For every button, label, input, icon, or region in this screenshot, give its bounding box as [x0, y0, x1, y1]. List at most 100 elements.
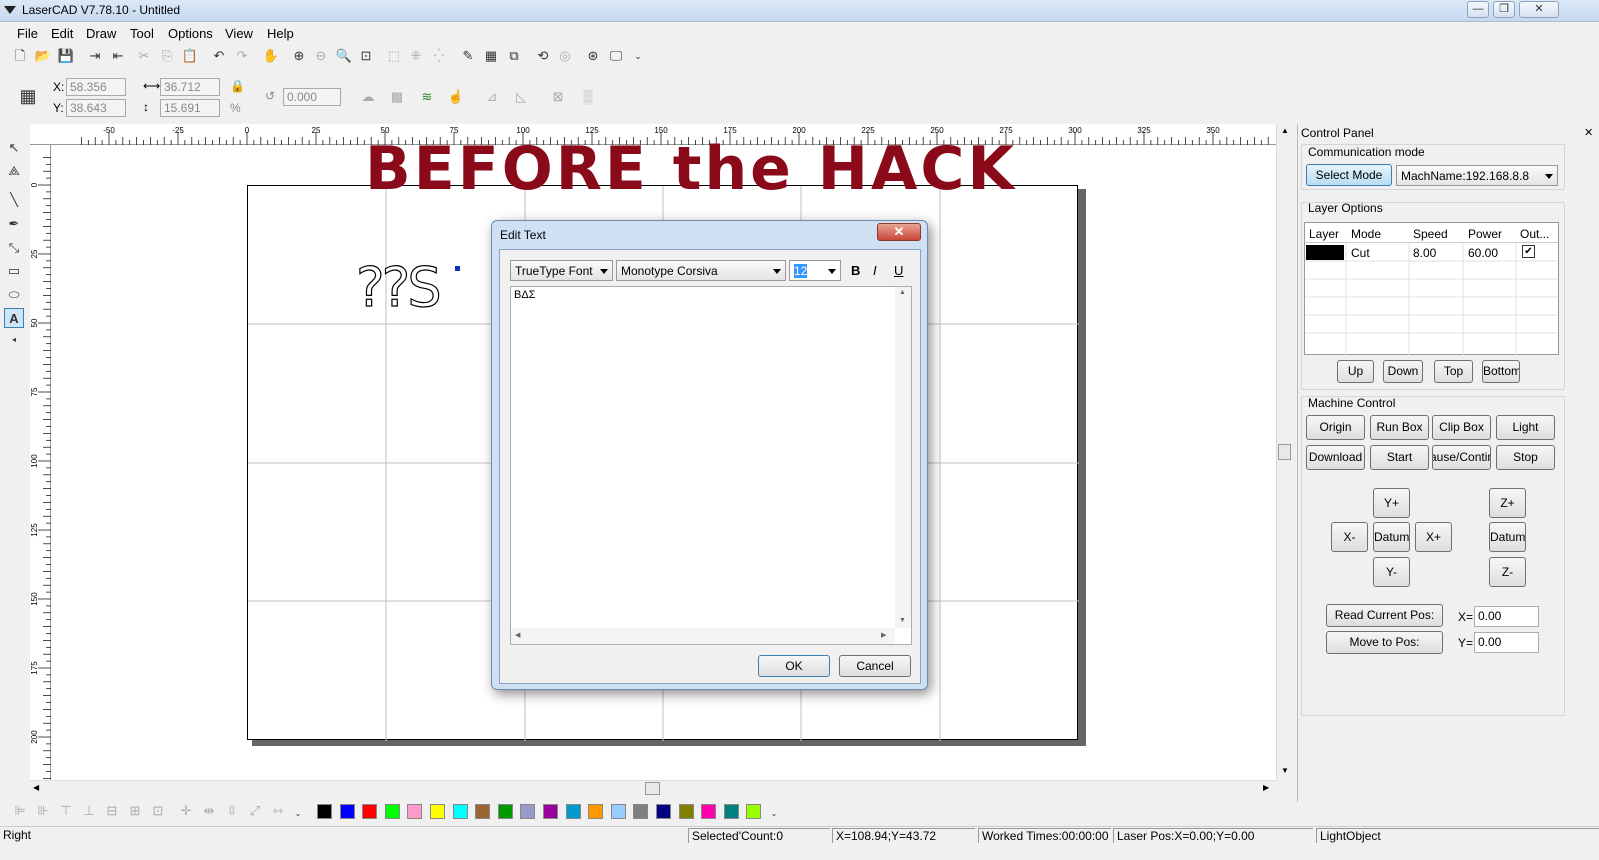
node-tool-icon[interactable]: ⟁: [4, 161, 24, 181]
node-edit-icon[interactable]: ✎: [458, 46, 478, 66]
same-height-icon[interactable]: ⇳: [222, 801, 242, 821]
scroll-down-icon[interactable]: ▼: [1281, 766, 1289, 775]
zoom-window-icon[interactable]: 🔍: [334, 46, 354, 66]
palette-swatch[interactable]: [317, 804, 332, 819]
export-icon[interactable]: ⇤: [108, 46, 128, 66]
bold-button[interactable]: B: [851, 263, 860, 278]
cancel-button[interactable]: Cancel: [839, 655, 911, 677]
col-mode[interactable]: Mode: [1351, 227, 1381, 241]
height-field[interactable]: 15.691: [160, 99, 220, 117]
palette-swatch[interactable]: [339, 804, 355, 819]
pattern-icon[interactable]: ▒: [578, 87, 598, 107]
maximize-button[interactable]: ❐: [1493, 1, 1515, 18]
underline-button[interactable]: U: [894, 263, 903, 278]
menu-draw[interactable]: Draw: [86, 26, 116, 41]
mirror-h-icon[interactable]: ⊿: [482, 87, 502, 107]
align-vcenter-icon[interactable]: ⊞: [125, 801, 145, 821]
grid-array-icon[interactable]: ▩: [387, 87, 407, 107]
preview-icon[interactable]: 🖵: [606, 46, 626, 66]
text-content-area[interactable]: BΔΣ ▲ ▼ ◀ ▶: [510, 286, 912, 645]
zoom-fit-icon[interactable]: ⊡: [356, 46, 376, 66]
italic-button[interactable]: I: [873, 263, 877, 278]
font-name-select[interactable]: Monotype Corsiva: [616, 260, 786, 281]
z-plus-button[interactable]: Z+: [1489, 488, 1526, 518]
palette-swatch[interactable]: [475, 804, 491, 819]
palette-swatch[interactable]: [362, 804, 378, 819]
palette-swatch[interactable]: [384, 804, 400, 819]
align-hcenter-icon[interactable]: ⊟: [102, 801, 122, 821]
zoom-out-icon[interactable]: ⊖: [311, 46, 331, 66]
undo-icon[interactable]: ↶: [209, 46, 229, 66]
align-more-icon[interactable]: ⌄: [288, 804, 308, 824]
save-icon[interactable]: 💾: [56, 46, 76, 66]
hand-icon[interactable]: ☝: [446, 87, 466, 107]
menu-edit[interactable]: Edit: [51, 26, 73, 41]
origin-button[interactable]: Origin: [1306, 415, 1365, 440]
text-scroll-right-icon[interactable]: ▶: [881, 631, 886, 639]
palette-swatch[interactable]: [746, 804, 762, 819]
align-icon[interactable]: ⧉: [504, 46, 524, 66]
menu-view[interactable]: View: [225, 26, 253, 41]
clip-box-button[interactable]: Clip Box: [1432, 415, 1491, 440]
line-tool-icon[interactable]: ╲: [4, 190, 24, 210]
palette-swatch[interactable]: [678, 804, 694, 819]
scroll-left-icon[interactable]: ◀: [33, 783, 39, 792]
light-button[interactable]: Light: [1496, 415, 1555, 440]
z-datum-button[interactable]: Datum: [1489, 522, 1526, 552]
align-left-icon[interactable]: ⊫: [10, 801, 30, 821]
rectangle-tool-icon[interactable]: ▭: [4, 261, 24, 281]
start-button[interactable]: Start: [1370, 445, 1429, 470]
distribute-icon[interactable]: ✛: [176, 801, 196, 821]
y-position-field[interactable]: 38.643: [66, 99, 126, 117]
layer-power[interactable]: 60.00: [1468, 246, 1498, 260]
col-power[interactable]: Power: [1468, 227, 1502, 241]
ok-button[interactable]: OK: [758, 655, 830, 677]
xy-datum-button[interactable]: Datum: [1373, 522, 1410, 552]
select-mode-button[interactable]: Select Mode: [1306, 164, 1392, 186]
palette-swatch[interactable]: [520, 804, 536, 819]
x-pos-input[interactable]: 0.00: [1474, 606, 1539, 627]
weld-icon[interactable]: ☁: [358, 87, 378, 107]
palette-more-icon[interactable]: ⌄: [764, 804, 784, 824]
align-center-icon[interactable]: ⊡: [148, 801, 168, 821]
menu-tool[interactable]: Tool: [130, 26, 154, 41]
layer-speed[interactable]: 8.00: [1413, 246, 1436, 260]
import-icon[interactable]: ⇥: [85, 46, 105, 66]
simulate-icon[interactable]: ◎: [555, 46, 575, 66]
spacing-icon[interactable]: ⇿: [268, 801, 288, 821]
layer-down-button[interactable]: Down: [1383, 360, 1423, 383]
width-field[interactable]: 36.712: [160, 78, 220, 96]
reference-point-icon[interactable]: ▦: [18, 86, 38, 106]
stop-button[interactable]: Stop: [1496, 445, 1555, 470]
layer-mode[interactable]: Cut: [1351, 246, 1370, 260]
layer-table[interactable]: Layer Mode Speed Power Out... Cut 8.00 6…: [1304, 222, 1559, 355]
palette-swatch[interactable]: [407, 804, 423, 819]
palette-swatch[interactable]: [656, 804, 671, 819]
y-plus-button[interactable]: Y+: [1373, 488, 1410, 518]
scroll-up-icon[interactable]: ▲: [1281, 126, 1289, 135]
align-top-icon[interactable]: ⊤: [56, 801, 76, 821]
palette-swatch[interactable]: [701, 804, 717, 819]
palette-swatch[interactable]: [565, 804, 581, 819]
x-position-field[interactable]: 58.356: [66, 78, 126, 96]
rotate-field[interactable]: 0.000: [283, 88, 341, 106]
text-scroll-up-icon[interactable]: ▲: [899, 289, 906, 296]
layer-bottom-button[interactable]: Bottom: [1482, 360, 1520, 383]
close-button[interactable]: ✕: [1519, 1, 1559, 18]
palette-swatch[interactable]: [723, 804, 739, 819]
x-plus-button[interactable]: X+: [1415, 522, 1452, 552]
text-scroll-down-icon[interactable]: ▼: [899, 617, 906, 624]
pause-continue-button[interactable]: Pause/Continue: [1432, 445, 1491, 470]
ellipse-tool-icon[interactable]: ⬭: [4, 285, 24, 305]
crop-icon[interactable]: ⊠: [548, 87, 568, 107]
layer-up-button[interactable]: Up: [1337, 360, 1374, 383]
menu-help[interactable]: Help: [267, 26, 294, 41]
scroll-right-icon[interactable]: ▶: [1263, 783, 1269, 792]
hscroll-thumb[interactable]: [645, 782, 660, 795]
control-panel-close-icon[interactable]: ✕: [1584, 126, 1593, 139]
mirror-v-icon[interactable]: ◺: [511, 87, 531, 107]
vscroll-thumb[interactable]: [1278, 444, 1291, 460]
palette-swatch[interactable]: [610, 804, 626, 819]
y-minus-button[interactable]: Y-: [1373, 557, 1410, 587]
menu-options[interactable]: Options: [168, 26, 213, 41]
